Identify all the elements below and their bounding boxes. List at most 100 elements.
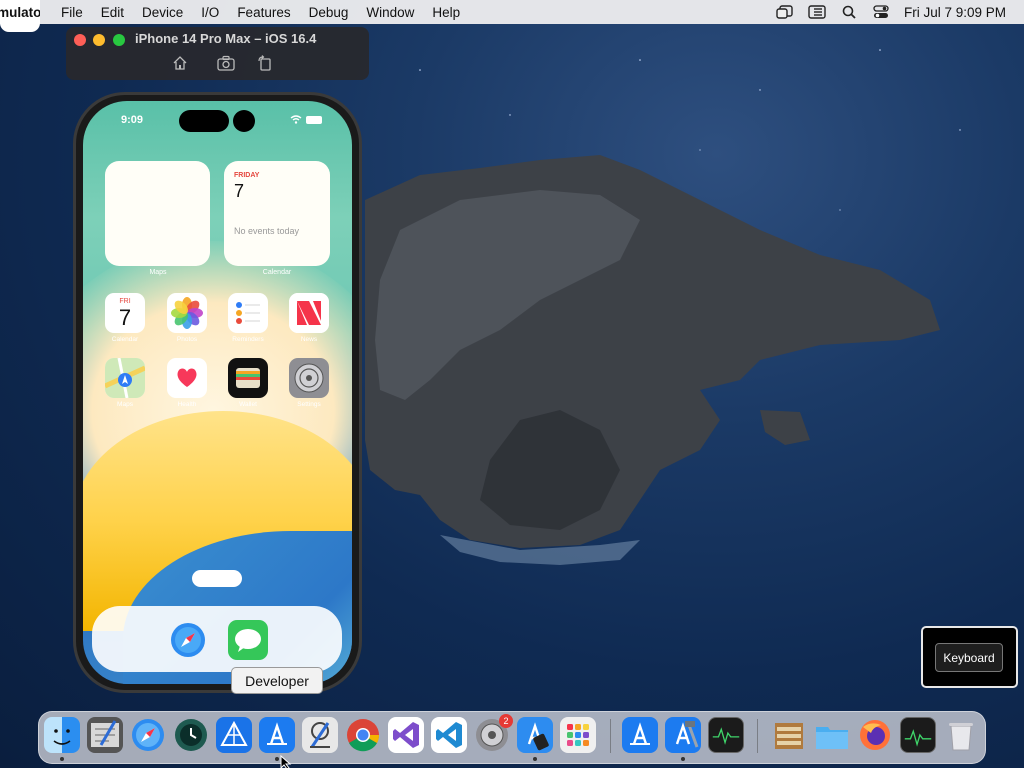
dock-downloads-folder[interactable] [814, 717, 850, 753]
launchpad-icon [567, 724, 589, 746]
trash-icon [949, 723, 973, 751]
dock-developer[interactable] [259, 717, 295, 753]
developer-running-indicator [275, 757, 279, 761]
status-bar-time: 9:09 [121, 114, 144, 126]
control-center-icon[interactable] [872, 5, 890, 19]
reminders-icon [236, 302, 260, 324]
settings-app[interactable] [289, 358, 329, 398]
transporter-icon [220, 720, 248, 746]
menu-app-simulator[interactable]: Simulator [0, 0, 40, 32]
xcode-running-indicator [681, 757, 685, 761]
settings-app-label: Settings [297, 401, 321, 408]
health-icon [177, 368, 197, 387]
wallet-app-label: Wallet [239, 401, 257, 408]
calendar-app[interactable]: FRI 7 [105, 293, 145, 333]
news-icon [289, 293, 329, 333]
calendar-icon: FRI 7 [119, 298, 131, 330]
phone-dock-messages[interactable] [228, 620, 268, 660]
wifi-icon [290, 115, 302, 124]
calendar-widget-label: Calendar [262, 269, 292, 276]
screen-mirroring-icon[interactable] [808, 5, 826, 19]
wallet-icon [236, 368, 260, 388]
finder-icon [53, 729, 71, 745]
dock-xcode[interactable] [665, 717, 701, 753]
maps-app-label: Maps [117, 401, 133, 408]
svg-text:FRI: FRI [119, 298, 130, 305]
dock-trash[interactable] [943, 717, 979, 753]
developer-icon [267, 722, 287, 745]
messages-icon [235, 629, 261, 652]
spotlight-search-icon[interactable] [840, 5, 858, 19]
menu-file[interactable]: File [52, 5, 92, 20]
dock-time-machine[interactable] [173, 717, 209, 753]
dock-archive-utility[interactable] [771, 717, 807, 753]
app-store-icon [630, 722, 650, 745]
dock-instruments[interactable] [302, 717, 338, 753]
simulator-window-title: iPhone 14 Pro Max – iOS 16.4 [135, 31, 317, 46]
screenshot-camera-icon[interactable] [217, 55, 235, 71]
time-machine-icon [175, 719, 207, 751]
phone-dock [92, 606, 342, 672]
dock-transporter[interactable] [216, 717, 252, 753]
dock-chrome[interactable] [345, 717, 381, 753]
wallet-app[interactable] [228, 358, 268, 398]
phone-dock-safari[interactable] [168, 620, 208, 660]
photos-app-label: Photos [176, 336, 198, 343]
dock-firefox[interactable] [857, 717, 893, 753]
dock-activity-monitor[interactable] [900, 717, 936, 753]
svg-text:7: 7 [119, 305, 131, 330]
dock-launchpad[interactable] [560, 717, 596, 753]
visual-studio-icon [393, 722, 419, 748]
home-icon[interactable] [172, 55, 190, 71]
maps-widget[interactable] [105, 161, 210, 266]
xcode-icon [675, 721, 699, 748]
menu-io[interactable]: I/O [192, 5, 228, 20]
reminders-app[interactable] [228, 293, 268, 333]
photos-app[interactable] [167, 293, 207, 333]
dock-xcode-create-ml[interactable] [517, 717, 553, 753]
calendar-widget-day: FRIDAY [234, 172, 260, 179]
menu-features[interactable]: Features [228, 5, 299, 20]
battery-icon [306, 115, 322, 124]
settings-icon [294, 363, 324, 393]
health-app[interactable] [167, 358, 207, 398]
menu-window[interactable]: Window [357, 5, 423, 20]
minimize-window-button[interactable] [93, 34, 105, 46]
chrome-icon [347, 719, 380, 752]
rotate-device-icon[interactable] [257, 55, 275, 71]
dock-script-editor[interactable] [87, 717, 123, 753]
dock-vscode[interactable] [431, 717, 467, 753]
menu-help[interactable]: Help [423, 5, 469, 20]
maps-app[interactable] [105, 358, 145, 398]
dock-app-store[interactable] [622, 717, 658, 753]
console-icon [712, 727, 740, 745]
menu-bar:  Simulator File Edit Device I/O Feature… [0, 0, 1024, 32]
menu-edit[interactable]: Edit [92, 5, 133, 20]
dock-console[interactable] [708, 717, 744, 753]
status-bar-icons [290, 115, 322, 124]
dynamic-island [179, 110, 229, 132]
zoom-window-button[interactable] [113, 34, 125, 46]
safari-icon [171, 623, 205, 657]
search-pill[interactable] [192, 570, 242, 587]
downloads-folder-icon [816, 727, 848, 749]
stage-manager-icon[interactable] [776, 5, 794, 19]
keyboard-button[interactable]: Keyboard [935, 643, 1003, 672]
news-app-label: News [300, 336, 318, 343]
menu-device[interactable]: Device [133, 5, 192, 20]
news-app[interactable] [289, 293, 329, 333]
dock-separator [610, 719, 611, 753]
calendar-widget-empty-text: No events today [234, 226, 300, 236]
calendar-widget-date: 7 [234, 181, 245, 201]
firefox-icon [860, 720, 890, 750]
vscode-icon [436, 722, 462, 748]
activity-monitor-icon [904, 729, 932, 747]
close-window-button[interactable] [74, 34, 86, 46]
dock-visual-studio[interactable] [388, 717, 424, 753]
menu-debug[interactable]: Debug [300, 5, 358, 20]
menu-bar-clock[interactable]: Fri Jul 7 9:09 PM [904, 5, 1006, 20]
maps-widget-label: Maps [149, 269, 167, 276]
dock-safari[interactable] [130, 717, 166, 753]
finder-running-indicator [60, 757, 64, 761]
dock-finder[interactable] [44, 717, 80, 753]
